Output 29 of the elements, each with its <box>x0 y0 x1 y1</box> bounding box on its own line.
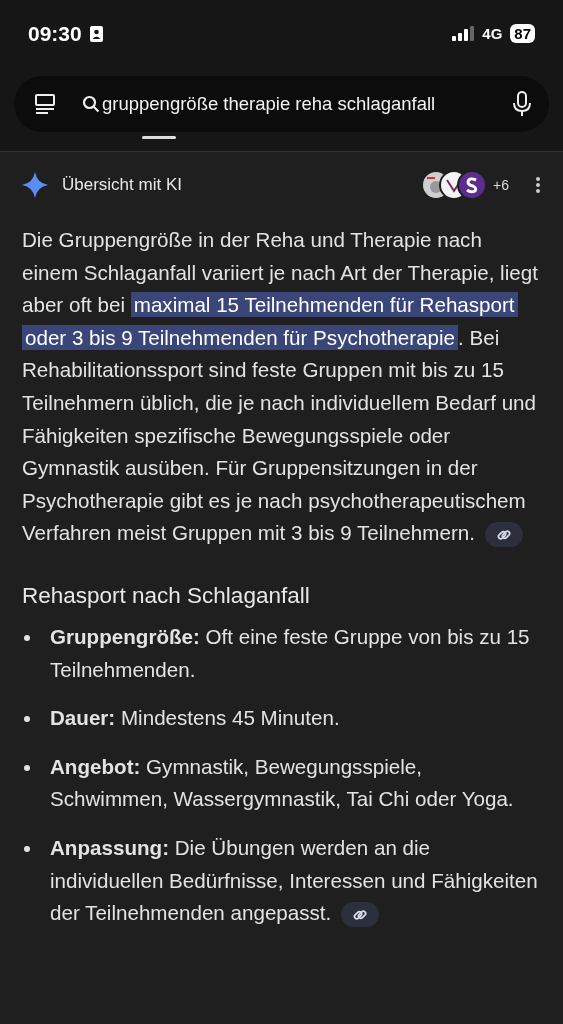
bullet-text: Gruppengröße: Oft eine feste Gruppe von bis zu 15 Teilnehmenden. <box>50 623 531 683</box>
more-options-icon[interactable] <box>535 176 541 194</box>
network-label: 4G <box>482 23 503 44</box>
bullet-text: Anpassung: Die Übungen werden an die individuellen Bedürfnisse, Interessen und Fähigkeiten der Teilnehmenden angepasst. <box>50 831 541 930</box>
source-logos-drawing[interactable] <box>421 170 488 200</box>
microphone-icon[interactable] <box>513 90 531 117</box>
clock: 09:30 <box>28 21 82 47</box>
search-query: gruppengröße therapie reha schlaganfall <box>102 91 437 116</box>
bullet-dot <box>24 716 30 723</box>
section-heading: Rehasport nach Schlaganfall <box>21 581 311 609</box>
overview-title: Übersicht mit KI <box>62 174 183 197</box>
bullet-dot <box>24 634 30 641</box>
more-sources-count[interactable]: +6 <box>493 174 509 196</box>
search-bar[interactable]: gruppengröße therapie reha schlaganfall <box>14 75 549 132</box>
source-link-button[interactable] <box>341 902 379 928</box>
source-link-button[interactable] <box>484 522 523 548</box>
overview-paragraph: Die Gruppengröße in der Reha und Therapie nach einem Schlaganfall variiert je nach Art der Therapie, liegt aber oft bei maximal 15 Teilnehmenden für Rehasport oder 3 bis 9 Teilnehmenden für Psychotherapie. Bei Rehabilitationssport sind feste Gruppen mit bis zu 15 Teilnehmern üblich, die je nach individuellem Bedarf und Fähigkeiten spezifische Bewegungsspiele oder Gymnastik ausüben. Für Gruppensitzungen in der Psychotherapie gibt es je nach psychotherapeutischem Verfahren meist Gruppen mit 3 bis 9 Teilnehmern. <box>0 200 563 550</box>
contact-card-icon <box>89 25 103 42</box>
bullet-dot <box>24 764 30 771</box>
link-icon <box>353 907 367 922</box>
bullet-text: Dauer: Mindestens 45 Minuten. <box>50 705 340 732</box>
search-icon <box>82 94 100 113</box>
sparkle-icon <box>22 172 48 198</box>
menu-icon[interactable] <box>34 92 56 115</box>
signal-icon <box>452 26 475 42</box>
bullet-dot <box>24 845 30 852</box>
bullet-text: Angebot: Gymnastik, Bewegungsspiele, Schwimmen, Wassergymnastik, Tai Chi oder Yoga. <box>50 753 515 813</box>
link-icon <box>496 527 511 542</box>
battery-level: 87 <box>510 24 535 44</box>
